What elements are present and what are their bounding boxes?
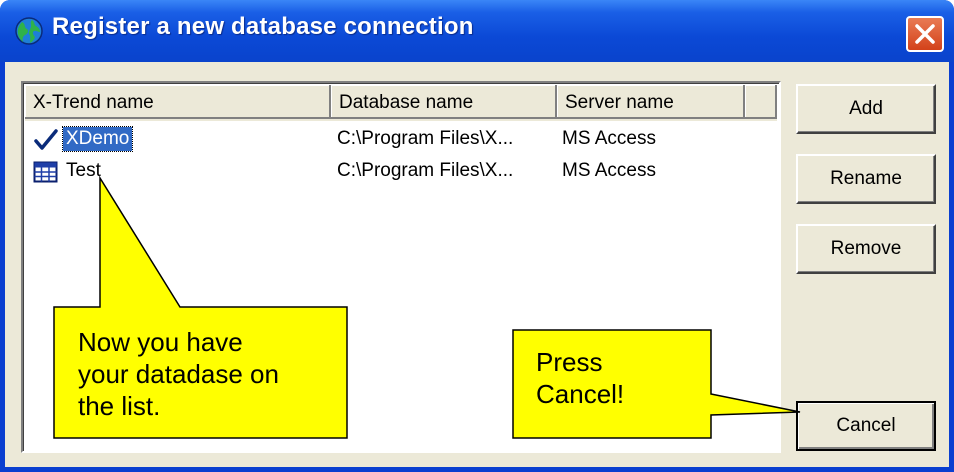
left-callout-line: Now you have bbox=[78, 327, 243, 357]
right-callout-text: Press Cancel! bbox=[536, 346, 624, 410]
left-callout-text: Now you have your datadase on the list. bbox=[78, 326, 279, 422]
right-callout-line: Press bbox=[536, 347, 603, 377]
left-callout-line: your datadase on bbox=[78, 359, 279, 389]
dialog-window: Register a new database connection X-Tre… bbox=[0, 0, 954, 472]
right-callout-line: Cancel! bbox=[536, 379, 625, 409]
left-callout-line: the list. bbox=[78, 391, 161, 421]
